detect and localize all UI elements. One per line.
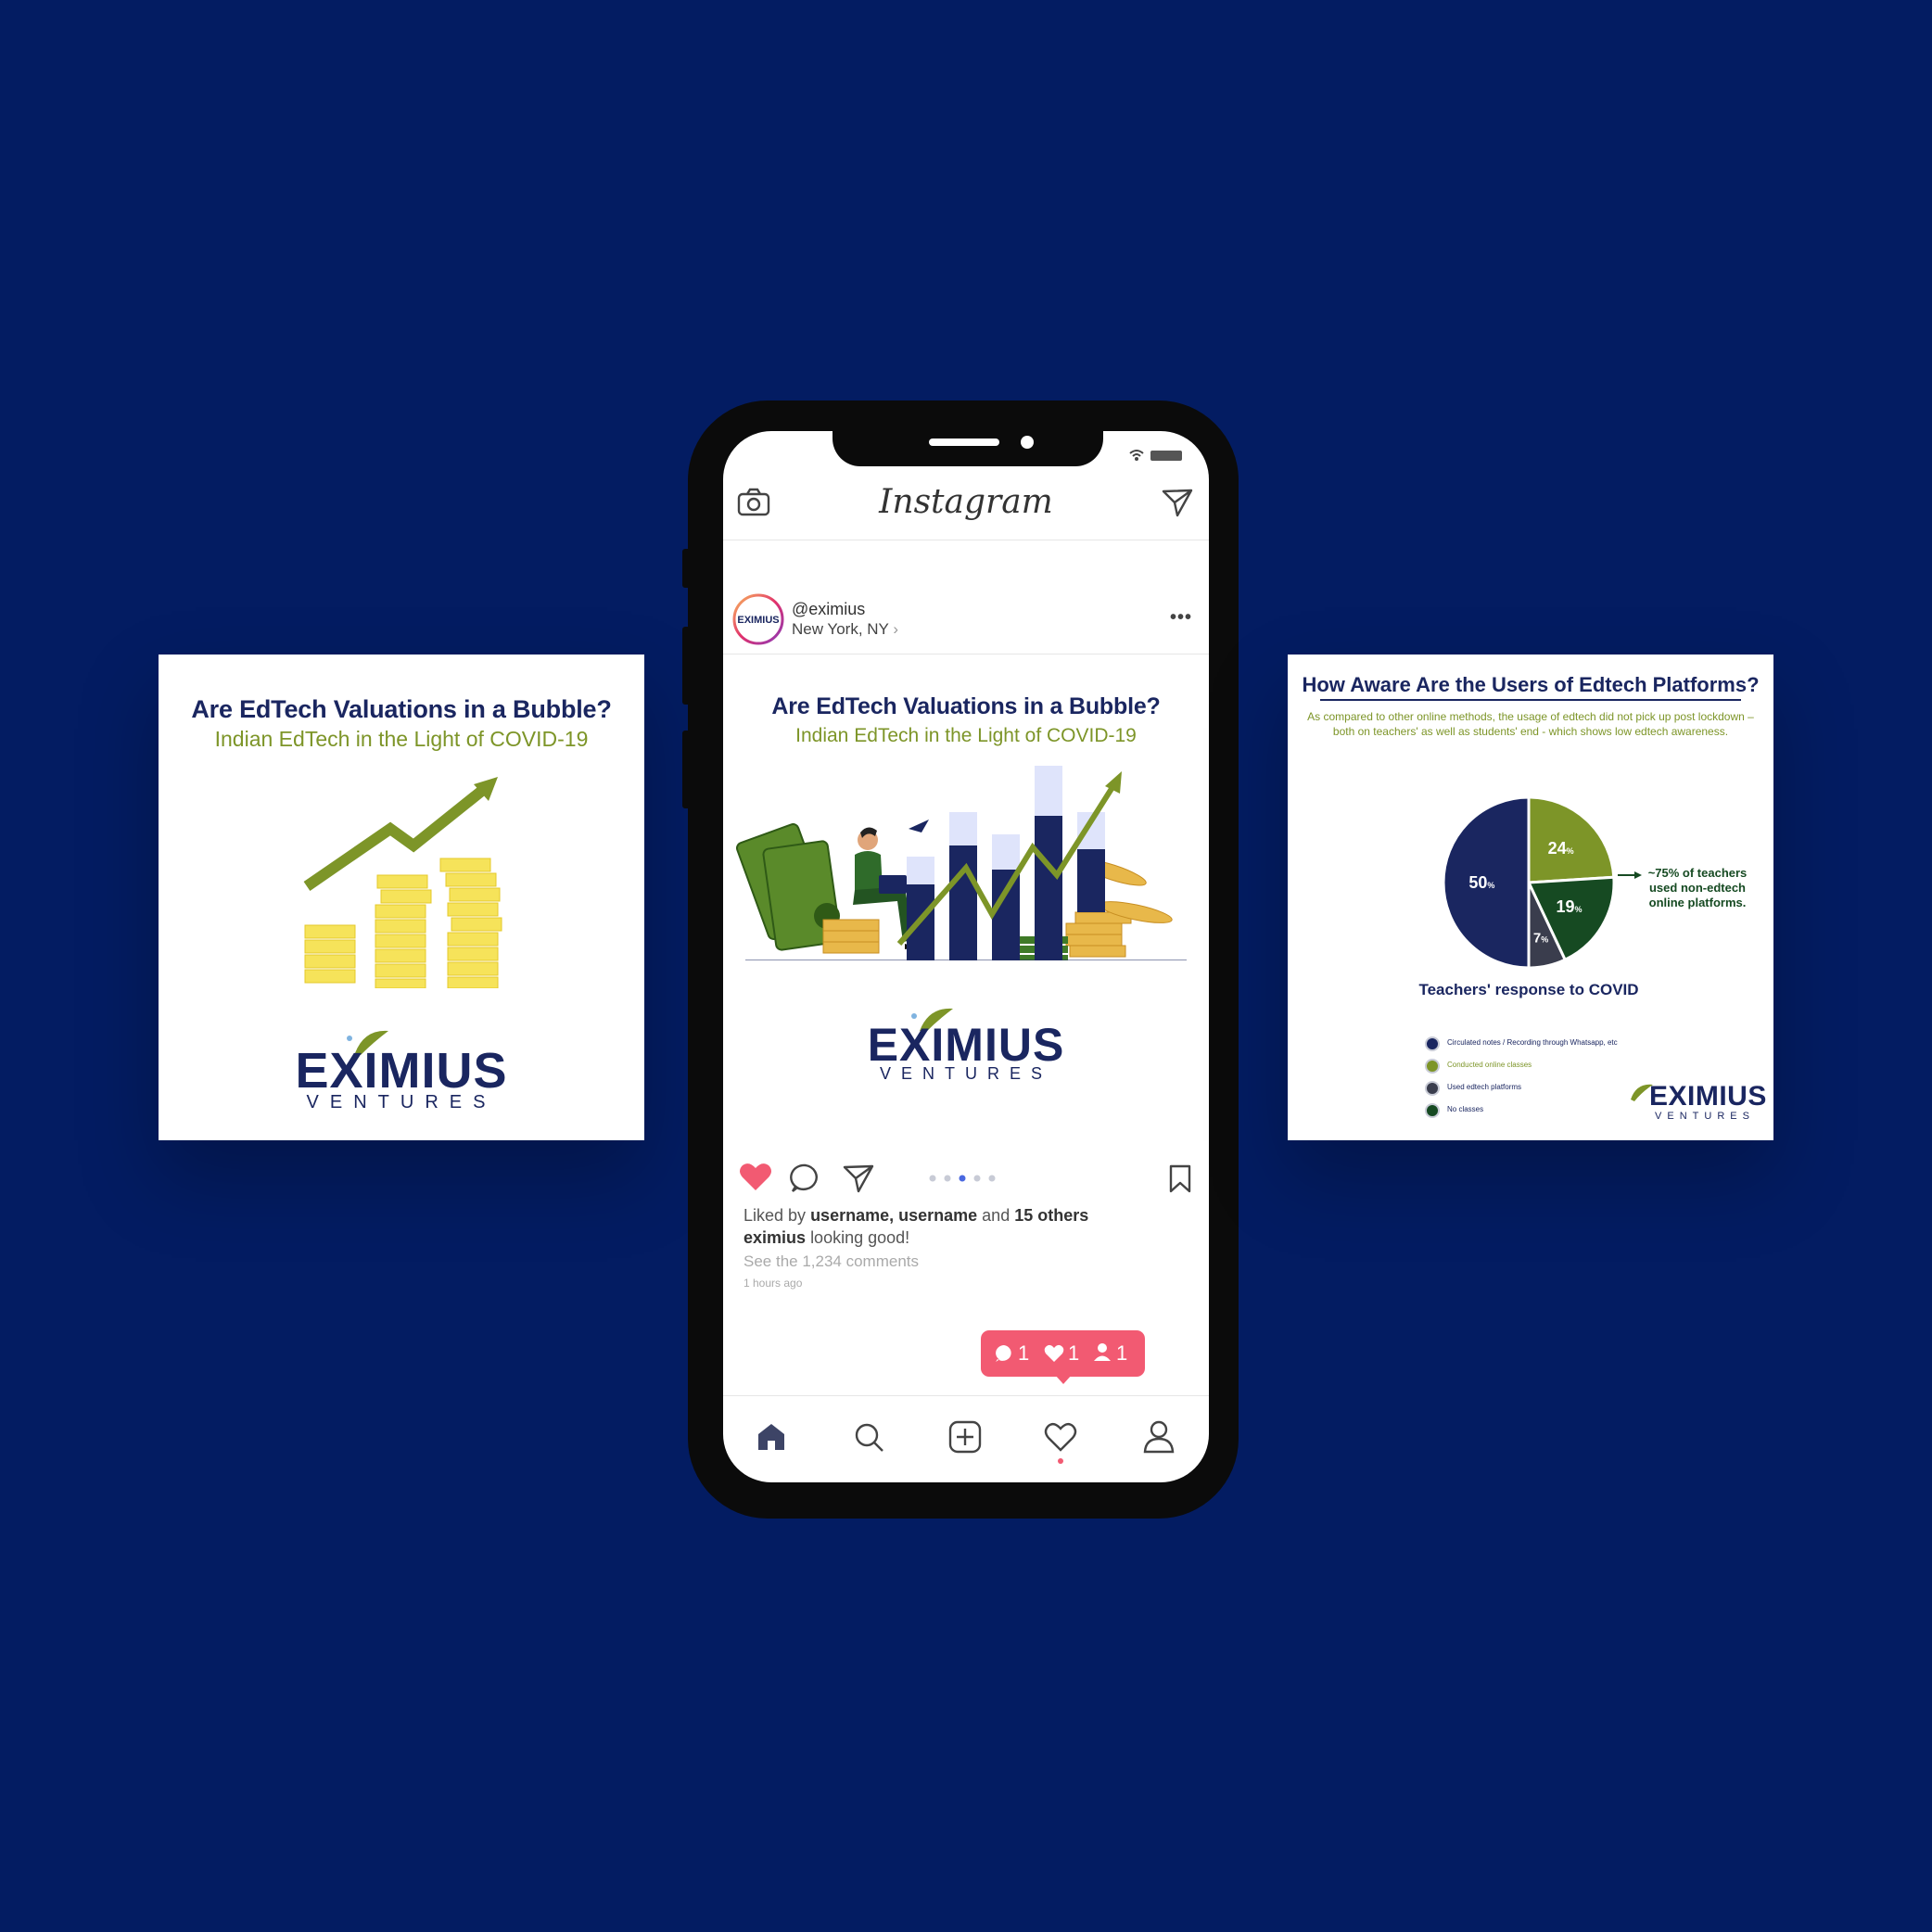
activity-indicator-dot [1058, 1458, 1063, 1464]
phone-screen: Instagram EXIMIUS @eximius New York, NY … [723, 431, 1209, 1482]
phone-notch [833, 431, 1103, 466]
add-icon[interactable] [947, 1419, 983, 1455]
share-plane-icon[interactable] [842, 1163, 875, 1194]
pie-slice [1527, 795, 1616, 884]
likes-and: and [982, 1206, 1010, 1225]
legend-swatch [1425, 1103, 1440, 1118]
post-image-title: Are EdTech Valuations in a Bubble? [771, 693, 1161, 719]
annotation-arrowhead [1634, 871, 1642, 879]
activity-heart-icon[interactable] [1044, 1421, 1077, 1453]
bookmark-icon[interactable] [1166, 1163, 1194, 1195]
carousel-dots [929, 1175, 996, 1182]
post-timestamp: 1 hours ago [744, 1277, 803, 1290]
paper-plane-icon[interactable] [1161, 487, 1194, 518]
likes-summary[interactable]: Liked by username, username and 15 other… [744, 1206, 1088, 1226]
title-underline [1320, 699, 1741, 701]
follower-count-icon [1094, 1343, 1111, 1361]
right-logo-subtext: VENTURES [1655, 1111, 1755, 1122]
like-count: 1 [1068, 1341, 1080, 1365]
coins-growth-illustration [303, 777, 502, 988]
likes-prefix: Liked by [744, 1206, 807, 1225]
caption-username[interactable]: eximius [744, 1228, 806, 1247]
legend-swatch [1425, 1059, 1440, 1074]
tabbar-divider [723, 1395, 1209, 1396]
like-count-icon [1044, 1344, 1064, 1362]
legend-swatch [1425, 1036, 1440, 1051]
post-image[interactable]: Are EdTech Valuations in a Bubble? India… [723, 655, 1209, 1137]
comment-count: 1 [1018, 1341, 1030, 1365]
comment-bubble-icon[interactable] [790, 1163, 821, 1194]
post-location[interactable]: New York, NY › [792, 620, 898, 639]
more-dots-icon[interactable]: ••• [1170, 607, 1192, 629]
pie-chart-title: Teachers' response to COVID [1418, 981, 1639, 998]
legend-label: Circulated notes / Recording through Wha… [1447, 1038, 1618, 1047]
profile-avatar[interactable]: EXIMIUS [732, 593, 784, 645]
infographic-subtitle: As compared to other online methods, the… [1307, 710, 1754, 738]
legend-label: No classes [1447, 1105, 1484, 1113]
notification-tail [1055, 1375, 1072, 1384]
speaker-grille [929, 439, 999, 446]
pie-annotation: ~75% of teachers used non-edtech online … [1647, 866, 1748, 909]
post-image-subtitle: Indian EdTech in the Light of COVID-19 [795, 725, 1137, 746]
left-logo-wordmark: EXIMIUS [295, 1043, 508, 1099]
post-logo-subtext: VENTURES [879, 1064, 1052, 1083]
right-logo-wordmark: EXIMIUS [1649, 1081, 1767, 1112]
front-camera [1021, 436, 1034, 449]
status-icons [1129, 450, 1182, 461]
comment-count-icon [996, 1345, 1011, 1362]
view-comments-link[interactable]: See the 1,234 comments [744, 1252, 919, 1271]
instagram-logo: Instagram [879, 483, 1053, 521]
legend-label: Conducted online classes [1447, 1061, 1532, 1069]
like-heart-icon[interactable] [738, 1162, 773, 1193]
activity-notification-bubble[interactable]: 1 1 1 [981, 1330, 1145, 1384]
post-username[interactable]: @eximius [792, 600, 865, 619]
home-icon[interactable] [755, 1421, 788, 1453]
right-post-preview: How Aware Are the Users of Edtech Platfo… [1288, 655, 1773, 1140]
left-post-preview: Are EdTech Valuations in a Bubble? India… [159, 655, 644, 1140]
left-post-title: Are EdTech Valuations in a Bubble? [191, 695, 612, 723]
follower-count: 1 [1116, 1341, 1128, 1365]
legend-swatch [1425, 1081, 1440, 1096]
infographic-title: How Aware Are the Users of Edtech Platfo… [1302, 673, 1760, 696]
chevron-right-icon: › [893, 620, 898, 638]
profile-icon[interactable] [1142, 1419, 1176, 1455]
search-icon[interactable] [853, 1421, 886, 1455]
investor-growth-illustration [735, 766, 1187, 960]
caption-text: looking good! [810, 1228, 910, 1247]
likes-users[interactable]: username, username [810, 1206, 977, 1225]
left-logo-subtext: VENTURES [306, 1092, 497, 1112]
post-caption: eximius looking good! [744, 1228, 909, 1248]
legend-label: Used edtech platforms [1447, 1083, 1522, 1091]
likes-others[interactable]: 15 others [1014, 1206, 1088, 1225]
post-location-text: New York, NY [792, 620, 889, 638]
left-post-subtitle: Indian EdTech in the Light of COVID-19 [214, 727, 589, 751]
svg-text:EXIMIUS: EXIMIUS [737, 615, 779, 626]
